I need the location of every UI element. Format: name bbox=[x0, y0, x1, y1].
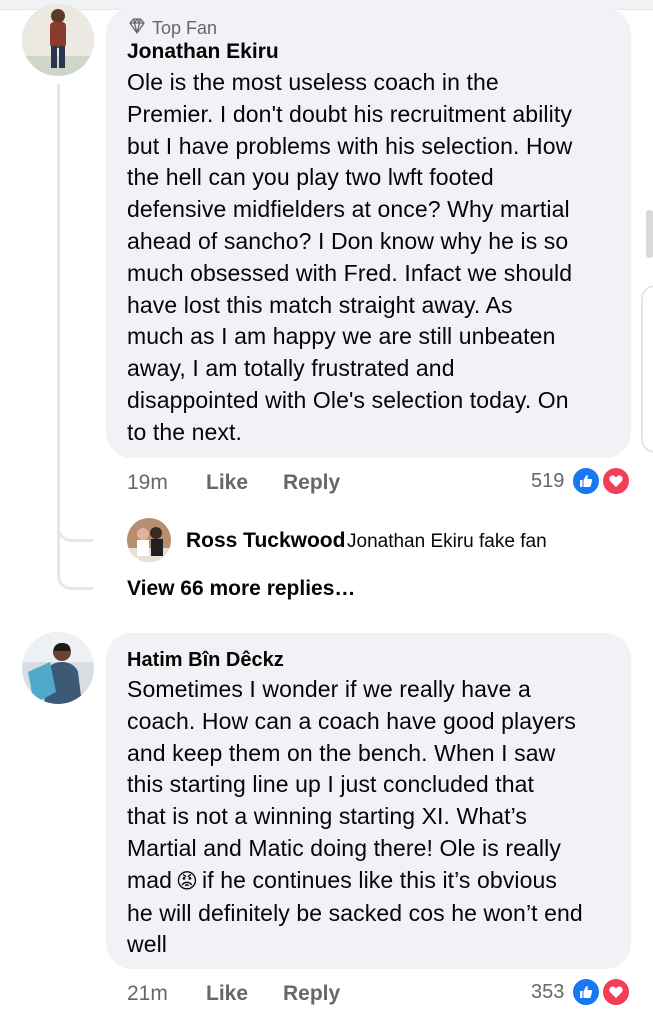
comment-line: that is not a winning starting XI. What’… bbox=[127, 803, 527, 830]
comment-line: have lost this match straight away. As bbox=[127, 291, 513, 318]
like-reaction-icon[interactable] bbox=[571, 466, 601, 496]
comment-line-part: if he continues like this it’s obvious bbox=[202, 866, 558, 893]
comment-line: much obsessed with Fred. Infact we shoul… bbox=[127, 259, 573, 286]
comment-line: Ole is the most useless coach in the bbox=[127, 69, 499, 95]
thread-line bbox=[57, 84, 60, 572]
comment-line: away, I am totally frustrated and bbox=[127, 355, 455, 382]
angry-emoji-icon: 😡 bbox=[176, 869, 199, 893]
reply-button[interactable]: Reply bbox=[283, 471, 340, 495]
overlay-edge bbox=[641, 285, 653, 453]
comment-line: mad 😡 if he continues like this it’s obvio… bbox=[127, 865, 627, 898]
like-reaction-icon[interactable] bbox=[571, 977, 601, 1007]
reply-text: Jonathan Ekiru fake fan bbox=[347, 531, 547, 552]
comment-line: Martial and Matic doing there! Ole is re… bbox=[127, 834, 561, 861]
reaction-count[interactable]: 519 bbox=[531, 470, 564, 493]
comment-line: defensive midfielders at once? Why marti… bbox=[127, 196, 570, 223]
avatar-jonathan-ekiru[interactable] bbox=[22, 4, 94, 76]
timestamp[interactable]: 19m bbox=[127, 471, 168, 495]
love-reaction-icon[interactable] bbox=[601, 977, 631, 1007]
person-photo-icon bbox=[22, 4, 94, 76]
comment-author[interactable]: Jonathan Ekiru bbox=[127, 40, 279, 64]
comment-line: but I have problems with his selection. … bbox=[127, 132, 573, 159]
comment-author[interactable]: Hatim Bîn Dêckz bbox=[127, 648, 284, 672]
reply-button[interactable]: Reply bbox=[283, 982, 340, 1006]
reaction-count[interactable]: 353 bbox=[531, 981, 564, 1004]
avatar-ross-tuckwood[interactable] bbox=[127, 518, 171, 562]
love-reaction-icon[interactable] bbox=[601, 466, 631, 496]
view-more-connector bbox=[57, 560, 93, 590]
comment-line: and keep them on the bench. When I saw bbox=[127, 739, 556, 766]
like-button[interactable]: Like bbox=[206, 471, 248, 495]
like-button[interactable]: Like bbox=[206, 982, 248, 1006]
comment-line: Premier. I don't doubt his recruitment a… bbox=[127, 100, 572, 127]
top-fan-badge: Top Fan bbox=[128, 17, 217, 39]
comment-line: ahead of sancho? I Don know why he is so bbox=[127, 227, 569, 254]
comment-line-part: mad bbox=[127, 866, 173, 893]
comment-line: to the next. bbox=[127, 418, 242, 445]
scrollbar-thumb[interactable] bbox=[646, 210, 653, 258]
comment-text: Sometimes I wonder if we really have a c… bbox=[127, 674, 627, 961]
timestamp[interactable]: 21m bbox=[127, 982, 168, 1006]
diamond-icon bbox=[128, 17, 146, 39]
reply-connector bbox=[57, 512, 93, 542]
reply-author[interactable]: Ross Tuckwood bbox=[186, 529, 345, 553]
view-more-replies-link[interactable]: View 66 more replies… bbox=[127, 577, 355, 601]
comment-line: the hell can you play two lwft footed bbox=[127, 164, 494, 191]
comment-text: Ole is the most useless coach in the Pre… bbox=[127, 67, 627, 449]
comment-line: well bbox=[127, 931, 168, 958]
avatar-hatim-bin-deckz[interactable] bbox=[22, 632, 94, 704]
comment-line: disappointed with Ole's selection today.… bbox=[127, 386, 569, 413]
comment-line: this starting line up I just concluded t… bbox=[127, 771, 535, 798]
badge-label: Top Fan bbox=[152, 18, 218, 38]
person-photo-icon bbox=[127, 518, 171, 562]
comment-line: he will definitely be sacked cos he won’… bbox=[127, 899, 583, 926]
comment-line: coach. How can a coach have good players bbox=[127, 707, 576, 734]
comment-line: Sometimes I wonder if we really have a bbox=[127, 676, 531, 702]
person-photo-icon bbox=[22, 632, 94, 704]
comment-line: much as I am happy we are still unbeaten bbox=[127, 323, 556, 350]
